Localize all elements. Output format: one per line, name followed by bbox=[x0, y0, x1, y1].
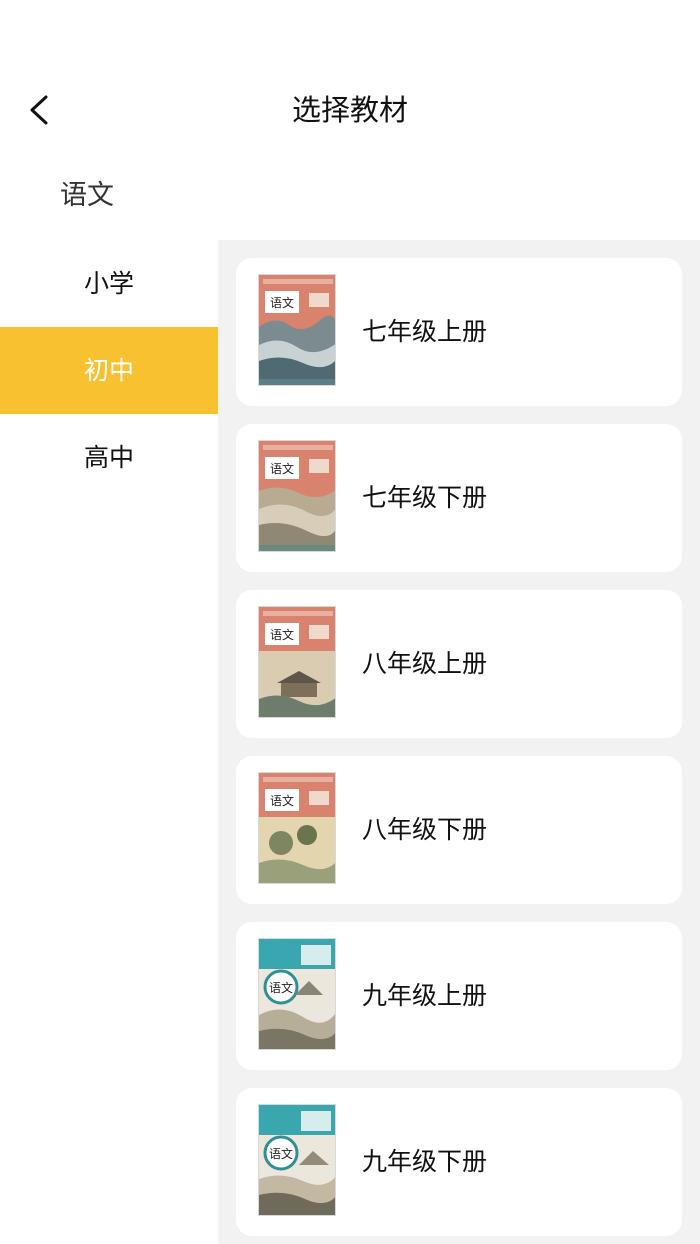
top-bar: 选择教材 语文 bbox=[0, 0, 700, 220]
cover-title: 语文 bbox=[270, 627, 294, 642]
sidebar-item-junior-high[interactable]: 初中 bbox=[0, 327, 218, 414]
sidebar-item-senior-high[interactable]: 高中 bbox=[0, 414, 218, 501]
book-label: 七年级下册 bbox=[362, 483, 488, 512]
book-card[interactable]: 语文 八年级上册 bbox=[236, 590, 682, 738]
book-cover: 语文 bbox=[258, 772, 336, 884]
cover-title: 语文 bbox=[270, 793, 294, 808]
book-cover: 语文 bbox=[258, 440, 336, 552]
book-card[interactable]: 语文 九年级下册 bbox=[236, 1088, 682, 1236]
book-cover: 语文 bbox=[258, 606, 336, 718]
level-sidebar: 小学 初中 高中 bbox=[0, 240, 218, 1244]
sidebar-item-primary[interactable]: 小学 bbox=[0, 240, 218, 327]
cover-title: 语文 bbox=[269, 1146, 293, 1161]
book-label: 八年级上册 bbox=[362, 649, 488, 678]
book-card[interactable]: 语文 七年级上册 bbox=[236, 258, 682, 406]
book-label: 七年级上册 bbox=[362, 317, 488, 346]
book-label: 八年级下册 bbox=[362, 815, 488, 844]
book-card[interactable]: 语文 八年级下册 bbox=[236, 756, 682, 904]
book-cover: 语文 bbox=[258, 938, 336, 1050]
book-cover: 语文 bbox=[258, 1104, 336, 1216]
textbook-list: 语文 七年级上册 语文 七年级下册 语文 八年级上册 语文 八年级下册 语文 九… bbox=[218, 240, 700, 1244]
cover-title: 语文 bbox=[270, 295, 294, 310]
subject-label: 语文 bbox=[60, 180, 114, 211]
page-title: 选择教材 bbox=[291, 93, 408, 127]
book-label: 九年级下册 bbox=[362, 1147, 488, 1176]
book-card[interactable]: 语文 九年级上册 bbox=[236, 922, 682, 1070]
cover-title: 语文 bbox=[270, 461, 294, 476]
cover-title: 语文 bbox=[269, 980, 293, 995]
book-card[interactable]: 语文 七年级下册 bbox=[236, 424, 682, 572]
book-label: 九年级上册 bbox=[362, 981, 488, 1010]
book-cover: 语文 bbox=[258, 274, 336, 386]
